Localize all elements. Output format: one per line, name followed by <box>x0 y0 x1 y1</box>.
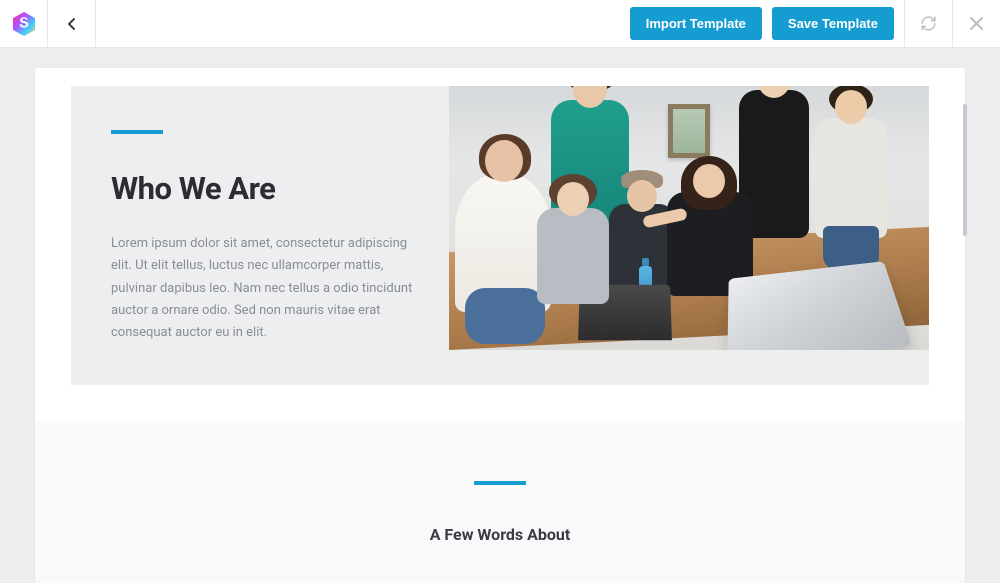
accent-bar <box>474 481 526 485</box>
editor-topbar: Import Template Save Template <box>0 0 1000 48</box>
refresh-icon <box>920 15 937 32</box>
hero-section[interactable]: Who We Are Lorem ipsum dolor sit amet, c… <box>71 86 929 385</box>
app-logo[interactable] <box>0 0 48 48</box>
hero-image[interactable] <box>449 86 929 350</box>
accent-bar <box>111 130 163 134</box>
editor-canvas[interactable]: Who We Are Lorem ipsum dolor sit amet, c… <box>0 48 1000 583</box>
close-button[interactable] <box>952 0 1000 48</box>
save-template-button[interactable]: Save Template <box>772 7 894 40</box>
hero-text-column: Who We Are Lorem ipsum dolor sit amet, c… <box>71 86 449 385</box>
logo-icon <box>11 11 37 37</box>
about-section[interactable]: A Few Words About <box>35 421 965 583</box>
close-icon <box>969 16 984 31</box>
scrollbar-thumb[interactable] <box>963 104 967 236</box>
hero-title[interactable]: Who We Are <box>111 170 419 207</box>
import-template-button[interactable]: Import Template <box>630 7 762 40</box>
refresh-button[interactable] <box>904 0 952 48</box>
team-photo-placeholder <box>449 86 929 350</box>
chevron-left-icon <box>64 16 80 32</box>
about-title[interactable]: A Few Words About <box>35 525 965 544</box>
template-page[interactable]: Who We Are Lorem ipsum dolor sit amet, c… <box>35 68 965 583</box>
hero-body-text[interactable]: Lorem ipsum dolor sit amet, consectetur … <box>111 233 419 345</box>
back-button[interactable] <box>48 0 96 48</box>
